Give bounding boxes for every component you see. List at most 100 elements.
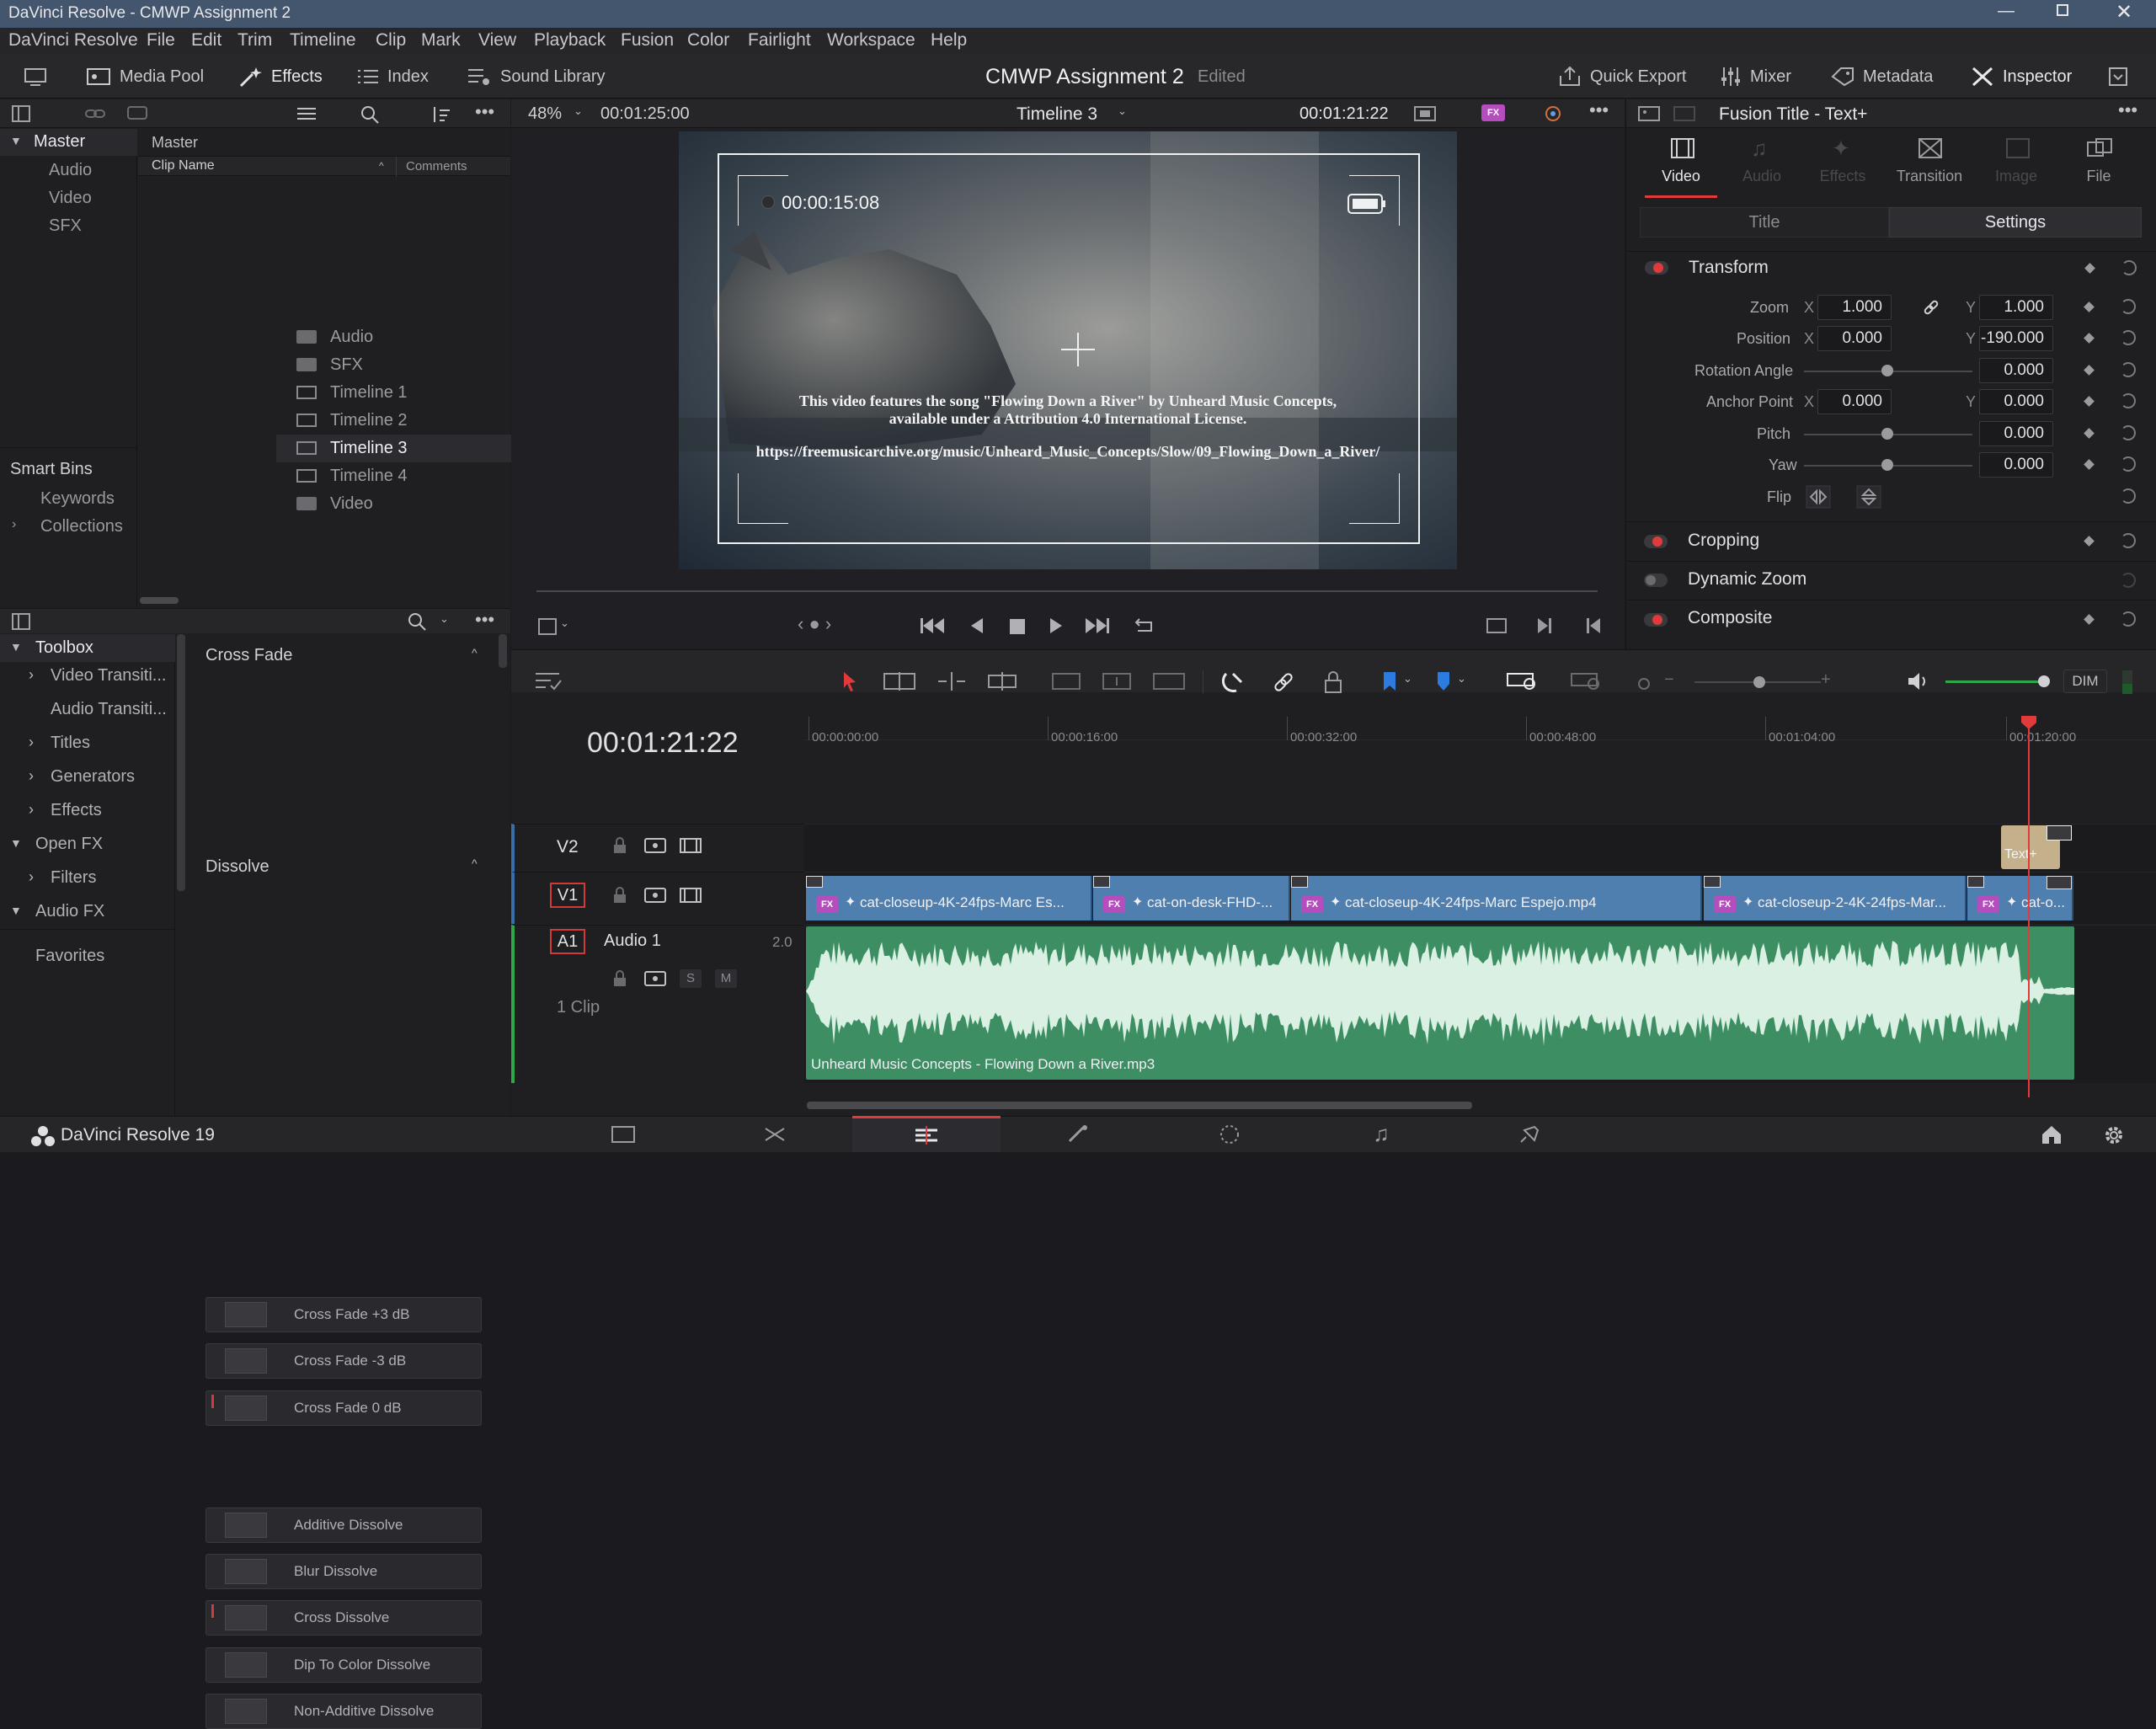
tree-audio-transitions[interactable]: Audio Transiti... (51, 700, 167, 719)
tab-effects[interactable]: ✦ Effects (1806, 129, 1879, 198)
zoom-custom-icon[interactable] (1620, 670, 1654, 692)
blade-icon[interactable] (985, 670, 1019, 692)
menu-color[interactable]: Color (687, 30, 729, 51)
track-label-v2[interactable]: V2 (557, 837, 579, 857)
layout-icon[interactable] (24, 55, 47, 99)
go-to-start-icon[interactable] (919, 616, 946, 636)
chevron-down-icon[interactable]: ⌄ (1403, 672, 1412, 686)
audio-clip[interactable]: Unheard Music Concepts - Flowing Down a … (806, 926, 2074, 1080)
menu-clip[interactable]: Clip (376, 30, 406, 51)
scrub-bar[interactable] (536, 590, 1598, 592)
composite-toggle[interactable] (1644, 613, 1668, 627)
transition-handle-icon[interactable] (1967, 876, 1984, 888)
playhead-marker-icon[interactable] (2020, 714, 2038, 731)
col-comments[interactable]: Comments (406, 159, 467, 173)
lock-icon[interactable] (612, 969, 627, 988)
volume-slider[interactable] (1945, 680, 2043, 683)
viewer-size-icon[interactable] (1414, 106, 1436, 121)
index-button[interactable]: Index (357, 55, 429, 99)
auto-select-icon[interactable] (644, 886, 666, 905)
bin-video[interactable]: Video (49, 189, 92, 208)
slider-knob[interactable] (2038, 675, 2050, 687)
reset-icon[interactable] (2121, 456, 2136, 472)
chevron-right-icon[interactable]: › (29, 767, 34, 785)
slider-knob[interactable] (1753, 676, 1765, 688)
speaker-icon[interactable] (1907, 670, 1930, 692)
more-options-icon[interactable]: ••• (475, 101, 494, 123)
settings-gear-icon[interactable] (2102, 1123, 2126, 1147)
track-label-a1[interactable]: A1 (550, 929, 585, 954)
menu-fusion[interactable]: Fusion (621, 30, 674, 51)
position-x-field[interactable]: 0.000 (1817, 326, 1892, 351)
auto-select-icon[interactable] (644, 969, 666, 988)
reset-icon[interactable] (2121, 393, 2136, 408)
slider-knob[interactable] (1881, 365, 1893, 376)
chevron-down-icon[interactable]: ⌄ (1118, 104, 1127, 118)
transition-handle-icon[interactable] (1093, 876, 1110, 888)
tree-video-transitions[interactable]: Video Transiti... (51, 666, 166, 686)
chevron-right-icon[interactable]: › (29, 666, 34, 684)
effect-item[interactable]: Blur Dissolve (205, 1554, 482, 1589)
video-clip[interactable]: FX ✦ cat-on-desk-FHD-... (1093, 876, 1290, 921)
link-icon[interactable] (84, 105, 106, 122)
mixer-button[interactable]: Mixer (1720, 55, 1791, 99)
reset-icon[interactable] (2121, 573, 2136, 588)
page-deliver-icon[interactable] (1487, 1116, 1572, 1152)
audio-track-name[interactable]: Audio 1 (604, 931, 661, 951)
bin-audio[interactable]: Audio (49, 161, 92, 180)
tree-titles[interactable]: Titles (51, 734, 90, 753)
tab-video[interactable]: Video (1645, 129, 1717, 198)
search-icon[interactable] (360, 105, 379, 124)
track-video-icon[interactable] (680, 836, 702, 855)
effect-item[interactable]: Cross Dissolve (205, 1600, 482, 1636)
zoom-out-icon[interactable]: − (1664, 670, 1674, 690)
next-clip-icon[interactable] (1535, 616, 1554, 636)
scrollbar-h[interactable] (140, 597, 179, 604)
reset-icon[interactable] (2121, 611, 2136, 627)
timeline-options-icon[interactable] (534, 670, 564, 692)
page-color-icon[interactable] (1187, 1116, 1272, 1152)
marker-icon[interactable] (1435, 670, 1452, 692)
crop-icon[interactable] (536, 616, 560, 637)
transition-handle-icon[interactable] (2047, 876, 2072, 889)
timeline-ruler[interactable] (804, 710, 2156, 740)
loop-icon[interactable] (1131, 616, 1158, 636)
dynamic-zoom-toggle[interactable] (1644, 574, 1668, 587)
quick-export-button[interactable]: Quick Export (1558, 55, 1686, 99)
more-options-icon[interactable]: ••• (475, 609, 494, 631)
insert-clip-icon[interactable] (1049, 670, 1083, 692)
more-options-icon[interactable]: ••• (2118, 99, 2137, 121)
slider-knob[interactable] (1881, 459, 1893, 471)
color-wheel-icon[interactable] (1544, 104, 1562, 123)
lock-icon[interactable] (612, 836, 627, 855)
tree-effects[interactable]: Effects (51, 801, 102, 820)
dim-button[interactable]: DIM (2063, 670, 2107, 693)
prev-clip-icon[interactable] (1584, 616, 1603, 636)
section-composite[interactable]: Composite (1688, 608, 1772, 628)
chevron-down-icon[interactable]: ⌄ (440, 612, 449, 626)
video-clip[interactable]: FX ✦ cat-closeup-4K-24fps-Marc Espejo.mp4 (1291, 876, 1702, 921)
panel-toggle-icon[interactable] (2108, 55, 2128, 99)
collapse-icon[interactable]: ^ (472, 856, 478, 870)
zoom-x-field[interactable]: 1.000 (1817, 295, 1892, 320)
play-reverse-icon[interactable] (968, 616, 986, 636)
jog-control[interactable]: ‹ ● › (798, 613, 831, 635)
col-clip-name[interactable]: Clip Name (152, 158, 215, 173)
scrollbar-h[interactable] (807, 1102, 1472, 1109)
chevron-down-icon[interactable]: ▼ (10, 836, 22, 850)
bin-master[interactable]: ▼ Master (0, 129, 137, 156)
chevron-down-icon[interactable]: ⌄ (1457, 672, 1466, 686)
menu-timeline[interactable]: Timeline (290, 30, 356, 51)
tab-audio[interactable]: ♫ Audio (1726, 129, 1798, 198)
fx-overlay-icon[interactable]: FX (1481, 104, 1505, 121)
menu-playback[interactable]: Playback (534, 30, 606, 51)
anchor-y-field[interactable]: 0.000 (1979, 389, 2053, 414)
trim-edit-icon[interactable] (883, 670, 916, 692)
chevron-right-icon[interactable]: › (12, 517, 16, 532)
reset-icon[interactable] (2121, 299, 2136, 314)
subtab-title[interactable]: Title (1640, 207, 1889, 237)
track-label-v1[interactable]: V1 (550, 883, 585, 908)
maximize-icon[interactable] (2057, 4, 2068, 16)
bin-sfx[interactable]: SFX (49, 216, 82, 236)
effect-item[interactable]: Additive Dissolve (205, 1508, 482, 1543)
